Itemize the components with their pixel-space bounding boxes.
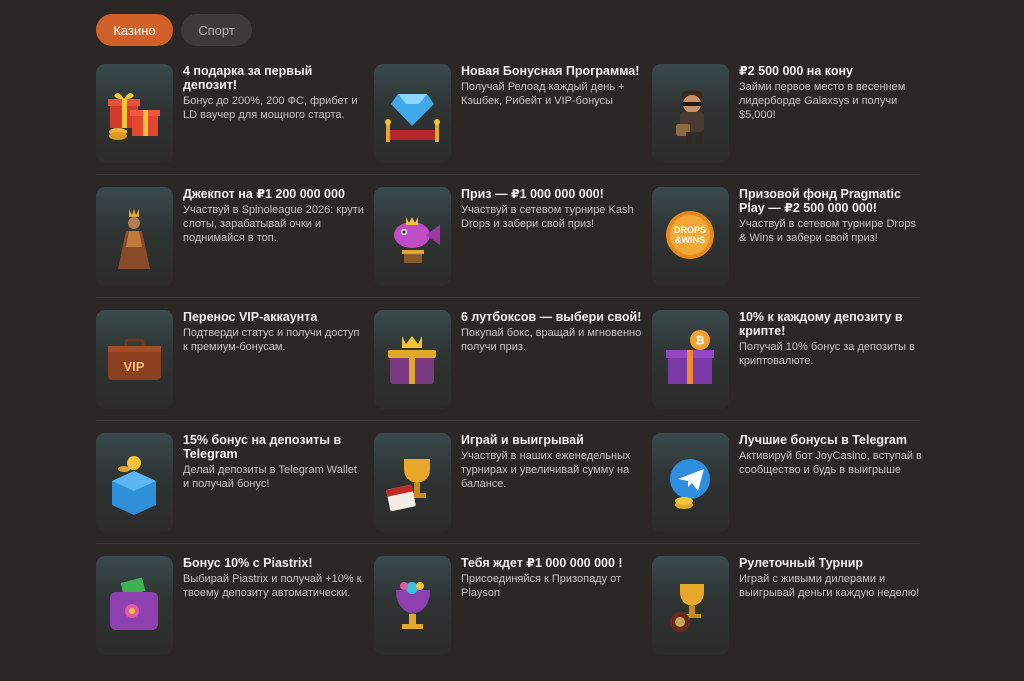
coin-badge-text: &WINS	[675, 235, 705, 245]
promo-description: Присоединяйся к Призопаду от Playson	[461, 573, 622, 599]
wallet-money-icon	[96, 556, 173, 655]
promo-title: Бонус 10% с Piastrix!	[183, 556, 313, 570]
crypto-gift-icon: ₿	[652, 310, 729, 409]
promo-description: Участвуй в сетевом турнире Drops & Wins …	[739, 218, 916, 244]
promo-description: Активируй бот JoyCasino, вступай в сообщ…	[739, 450, 922, 476]
svg-text:₿: ₿	[696, 334, 705, 347]
promotions-page: Казино Спорт 4 подарка за первый депозит…	[0, 0, 1024, 681]
promo-title: Джекпот на ₽1 200 000 000	[183, 187, 345, 201]
promo-title: 15% бонус на депозиты в Telegram	[183, 433, 342, 461]
promo-description: Бонус до 200%, 200 ФС, фрибет и LD вауче…	[183, 95, 358, 121]
tab-sport[interactable]: Спорт	[181, 14, 252, 46]
telegram-coin-icon	[652, 433, 729, 532]
promo-card[interactable]: Приз — ₽1 000 000 000! Участвуй в сетево…	[374, 187, 644, 287]
promo-title: 10% к каждому депозиту в крипте!	[739, 310, 903, 338]
promo-title: 4 подарка за первый депозит!	[183, 64, 313, 92]
promo-title: Лучшие бонусы в Telegram	[739, 433, 907, 447]
promo-description: Играй с живыми дилерами и выигрывай день…	[739, 573, 920, 599]
promo-card[interactable]: DROPS &WINS Призовой фонд Pragmatic Play…	[652, 187, 922, 287]
promo-title: Играй и выигрывай	[461, 433, 584, 447]
promo-row: VIP Перенос VIP-аккаунта Подтверди стату…	[96, 297, 922, 431]
promo-description: Получай Релоад каждый день + Кэшбек, Риб…	[461, 81, 625, 107]
promo-grid: 4 подарка за первый депозит! Бонус до 20…	[96, 62, 922, 677]
gem-cup-icon	[374, 556, 451, 655]
trophy-roulette-icon	[652, 556, 729, 655]
promo-description: Участвуй в сетевом турнире Kash Drops и …	[461, 204, 634, 230]
promo-card[interactable]: Тебя ждет ₽1 000 000 000 ! Присоединяйся…	[374, 556, 644, 656]
promo-row: 15% бонус на депозиты в Telegram Делай д…	[96, 420, 922, 554]
lootbox-crown-icon	[374, 310, 451, 409]
promo-card[interactable]: 6 лутбоксов — выбери свой! Покупай бокс,…	[374, 310, 644, 410]
gift-boxes-icon	[96, 64, 173, 163]
promo-description: Покупай бокс, вращай и мгновенно получи …	[461, 327, 642, 353]
trophy-calendar-icon	[374, 433, 451, 532]
queen-statue-icon	[96, 187, 173, 286]
promo-card[interactable]: Бонус 10% с Piastrix! Выбирай Piastrix и…	[96, 556, 366, 656]
tab-casino[interactable]: Казино	[96, 14, 173, 46]
drops-wins-coin-icon: DROPS &WINS	[652, 187, 729, 286]
coin-badge-text: DROPS	[674, 225, 706, 235]
promo-card[interactable]: VIP Перенос VIP-аккаунта Подтверди стату…	[96, 310, 366, 410]
promo-title: Приз — ₽1 000 000 000!	[461, 187, 604, 201]
promo-row: Бонус 10% с Piastrix! Выбирай Piastrix и…	[96, 543, 922, 677]
promo-title: Тебя ждет ₽1 000 000 000 !	[461, 556, 623, 570]
promo-card[interactable]: ₽2 500 000 на кону Займи первое место в …	[652, 64, 922, 164]
vip-suitcase-icon: VIP	[96, 310, 173, 409]
category-tabs: Казино Спорт	[96, 14, 252, 46]
promo-card[interactable]: Рулеточный Турнир Играй с живыми дилерам…	[652, 556, 922, 656]
promo-title: ₽2 500 000 на кону	[739, 64, 853, 78]
promo-card[interactable]: 15% бонус на депозиты в Telegram Делай д…	[96, 433, 366, 533]
promo-title: Рулеточный Турнир	[739, 556, 864, 570]
promo-card[interactable]: ₿ 10% к каждому депозиту в крипте! Получ…	[652, 310, 922, 410]
promo-card[interactable]: Джекпот на ₽1 200 000 000 Участвуй в Spi…	[96, 187, 366, 287]
promo-description: Подтверди статус и получи доступ к преми…	[183, 327, 360, 353]
diamond-pedestal-icon	[374, 64, 451, 163]
promo-title: 6 лутбоксов — выбери свой!	[461, 310, 642, 324]
promo-description: Участвуй в Spinoleague 2026: крути слоты…	[183, 204, 364, 244]
promo-title: Новая Бонусная Программа!	[461, 64, 640, 78]
bandit-character-icon	[652, 64, 729, 163]
promo-description: Выбирай Piastrix и получай +10% к твоему…	[183, 573, 362, 599]
promo-row: Джекпот на ₽1 200 000 000 Участвуй в Spi…	[96, 174, 922, 308]
promo-title: Призовой фонд Pragmatic Play — ₽2 500 00…	[739, 187, 901, 215]
promo-card[interactable]: Играй и выигрывай Участвуй в наших ежене…	[374, 433, 644, 533]
promo-card[interactable]: Новая Бонусная Программа! Получай Релоад…	[374, 64, 644, 164]
promo-description: Участвуй в наших еженедельных турнирах и…	[461, 450, 631, 490]
promo-card[interactable]: 4 подарка за первый депозит! Бонус до 20…	[96, 64, 366, 164]
vip-badge-text: VIP	[124, 359, 145, 374]
promo-description: Получай 10% бонус за депозиты в криптова…	[739, 341, 915, 367]
promo-description: Займи первое место в весеннем лидерборде…	[739, 81, 906, 121]
promo-card[interactable]: Лучшие бонусы в Telegram Активируй бот J…	[652, 433, 922, 533]
promo-description: Делай депозиты в Telegram Wallet и получ…	[183, 464, 357, 490]
promo-row: 4 подарка за первый депозит! Бонус до 20…	[96, 62, 920, 185]
promo-title: Перенос VIP-аккаунта	[183, 310, 318, 324]
crowned-fish-icon	[374, 187, 451, 286]
telegram-wallet-cube-icon	[96, 433, 173, 532]
